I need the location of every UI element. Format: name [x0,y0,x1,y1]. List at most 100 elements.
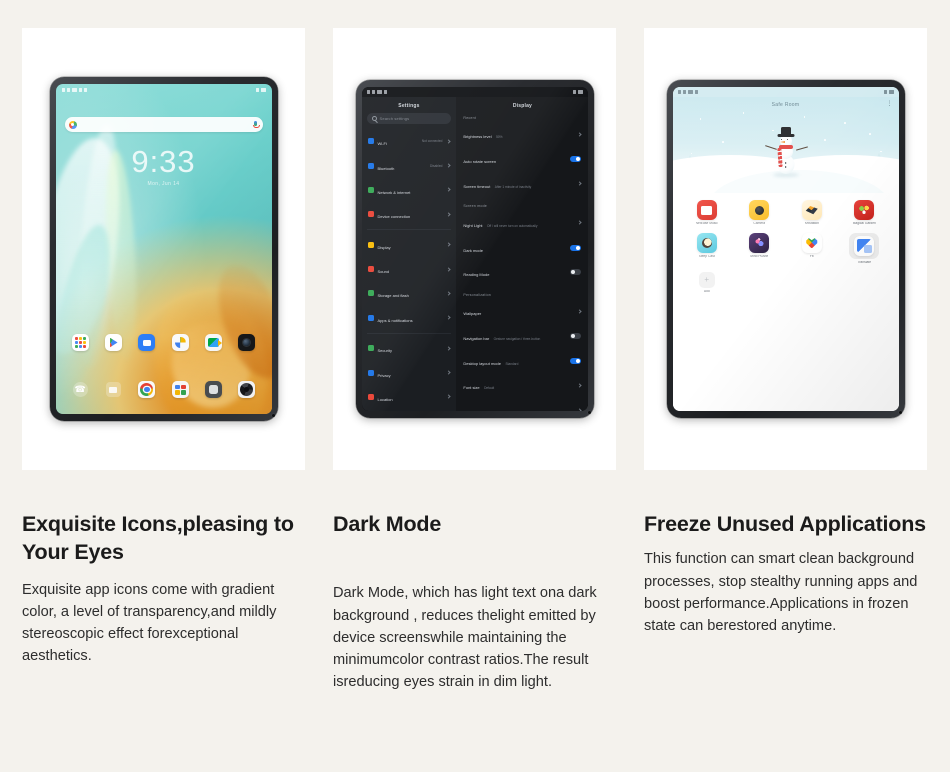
settings-item-display[interactable]: Display [367,233,452,257]
chevron-right-icon [446,346,452,351]
display-row-screen-timeout[interactable]: Screen timeout After 1 minute of inactiv… [462,172,583,197]
app-tile-selected[interactable]: Translate [838,232,891,265]
settings-item-apps[interactable]: Apps & notifications [367,306,452,330]
settings-item-location[interactable]: Location [367,385,452,409]
chevron-right-icon [446,139,452,144]
files-icon[interactable] [171,381,189,398]
desktop-layout-toggle[interactable] [570,357,582,364]
settings-item-sound[interactable]: Sound [367,257,452,281]
settings-item-storage-flash[interactable]: Storage and flash [367,281,452,305]
camera-app-icon[interactable] [749,200,770,220]
display-row-brightness[interactable]: Brightness level 50% [462,122,583,147]
home-icon-row-2: ☎ [56,381,272,398]
settings-item-security[interactable]: Security [367,336,452,360]
tablet-screen-settings: Settings Search settings Wi-Fi Not conne… [361,87,588,411]
sms-icon[interactable] [105,381,122,398]
play-store-icon[interactable] [104,334,122,351]
clock-widget[interactable]: 9:33 Mon, Jun 14 [56,146,272,187]
display-row-desktop-layout[interactable]: Desktop layout mode Standard [462,348,582,373]
gallery-icon[interactable] [204,381,222,398]
translate-app-icon[interactable] [854,235,875,256]
page-title: Exquisite Icons,pleasing to Your Eyes [22,512,294,565]
more-options-icon[interactable]: ⋮ [887,101,893,107]
display-row-label: Desktop layout mode [463,360,501,366]
chevron-right-icon [577,408,583,411]
camera-icon [898,411,902,414]
app-label: ArtStation [804,222,819,225]
google-g-icon [68,120,77,129]
settings-body: Settings Search settings Wi-Fi Not conne… [361,97,588,411]
display-row-sub: 50% [496,135,503,140]
dark-mode-toggle[interactable] [570,244,582,251]
settings-item-device-connection[interactable]: Device connection [367,202,452,226]
chrome-icon[interactable] [138,381,156,398]
bluetooth-icon [367,162,374,169]
app-drawer-icon[interactable] [238,381,256,398]
settings-item-label: Security [377,348,392,354]
display-row-wallpaper[interactable]: Wallpaper [462,299,583,324]
reading-mode-toggle[interactable] [570,269,582,276]
tablet-device-3: Safe Room ⋮ NetEase Music Camera ArtStat… [666,80,905,418]
settings-app: Settings Search settings Wi-Fi Not conne… [361,87,588,411]
display-section-label: Screen mode [463,204,487,209]
settings-item-value: Disabled [430,163,443,168]
page-title: Dark Mode [333,512,442,536]
search-input[interactable] [64,117,263,132]
display-row-label: Wallpaper [463,311,482,317]
phone-icon[interactable]: ☎ [72,381,89,398]
search-placeholder: Search settings [379,116,410,121]
app-label: Fit [809,254,814,258]
art-app-icon[interactable] [801,200,822,220]
display-row-auto-rotate[interactable]: Auto rotate screen [462,147,582,172]
fit-app-icon[interactable] [801,232,822,253]
page-title: Freeze Unused Applications [644,512,926,536]
navigation-bar-toggle[interactable] [570,332,582,339]
settings-item-network[interactable]: Network & internet [367,178,452,202]
camera-icon[interactable] [238,334,256,351]
garden-app-icon[interactable] [854,200,875,220]
app-tile[interactable]: Magical Garden [838,200,891,226]
music-app-icon[interactable] [696,200,717,220]
display-row-display-size[interactable]: Display size Default [462,398,583,411]
messages-chat-icon[interactable] [138,334,156,351]
app-tile[interactable]: Fit [786,232,839,265]
add-app-tile[interactable]: + Add [681,271,734,294]
settings-search-input[interactable]: Search settings [366,113,452,124]
moon-app-icon[interactable] [696,232,717,253]
display-row-reading-mode[interactable]: Reading Mode [462,260,582,285]
location-pin-icon [367,393,374,400]
divider [366,229,452,230]
sound-icon [367,266,374,273]
meet-icon[interactable] [204,334,222,351]
microphone-icon[interactable] [252,120,260,129]
notification-icon [61,87,65,92]
notification-icon [687,90,693,94]
photos-icon[interactable] [171,334,189,351]
settings-item-privacy[interactable]: Privacy [367,360,452,384]
mind-app-icon[interactable] [749,232,770,253]
app-tile[interactable]: Camera [733,200,786,226]
app-drawer-grid-icon[interactable] [71,334,89,351]
app-tile[interactable]: ArtStation [786,200,839,226]
settings-item-bluetooth[interactable]: Bluetooth Disabled [367,153,452,177]
auto-rotate-toggle[interactable] [570,156,582,163]
notification-icon [682,90,686,94]
chevron-right-icon [577,383,583,388]
app-label: NetEase Music [695,222,718,225]
display-row-dark-mode[interactable]: Dark mode [462,235,582,260]
settings-item-value: Not connected [421,139,443,144]
add-app-icon[interactable]: + [698,271,715,288]
chevron-right-icon [446,394,452,400]
app-tile[interactable]: Mind Puzzle [733,232,786,265]
display-row-sub: After 1 minute of inactivity [494,184,532,189]
display-row-font-size[interactable]: Font size Default [462,373,583,398]
display-row-night-light[interactable]: Night Light Off / will never turn on aut… [462,210,583,235]
app-tile[interactable]: Sleep Cast [681,232,734,265]
clock-time: 9:33 [131,144,196,179]
notification-icon [71,87,77,92]
settings-right-pane: Display Recent Brightness level 50% Auto… [456,97,588,411]
settings-item-wifi[interactable]: Wi-Fi Not connected [367,129,452,153]
chevron-right-icon [577,220,583,225]
app-tile[interactable]: NetEase Music [681,200,734,226]
display-row-navigation-bar[interactable]: Navigation bar Gesture navigation / thre… [462,323,582,348]
